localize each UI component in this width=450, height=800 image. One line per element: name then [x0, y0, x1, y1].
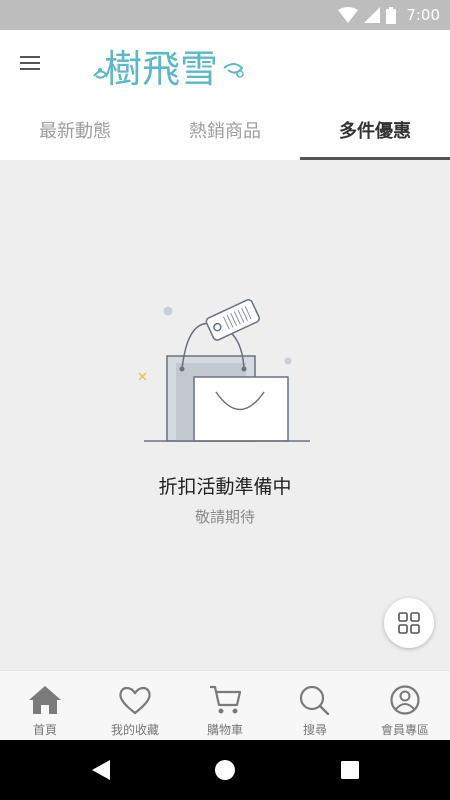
status-bar: 7:00 — [0, 0, 450, 30]
tab-best-sellers[interactable]: 熱銷商品 — [150, 100, 300, 160]
tab-label: 多件優惠 — [339, 121, 411, 142]
status-time: 7:00 — [406, 6, 440, 24]
signal-icon — [364, 7, 381, 23]
back-icon[interactable] — [90, 758, 112, 782]
search-icon — [297, 683, 333, 717]
tab-latest-news[interactable]: 最新動態 — [0, 100, 150, 160]
system-navigation-bar — [0, 740, 450, 800]
nav-label: 首頁 — [32, 723, 57, 737]
home-circle-icon[interactable] — [213, 758, 237, 782]
nav-label: 我的收藏 — [110, 723, 159, 737]
category-tabs: 最新動態 熱銷商品 多件優惠 — [0, 100, 450, 160]
brand-logo[interactable]: 樹飛雪 — [90, 38, 250, 92]
tab-multi-item-discount[interactable]: 多件優惠 — [300, 100, 450, 160]
shopping-bag-with-tag-icon — [130, 295, 320, 455]
nav-home[interactable]: 首頁 — [0, 671, 90, 740]
grid-view-button[interactable] — [384, 598, 434, 648]
nav-cart[interactable]: 購物車 — [180, 671, 270, 740]
grid-icon — [398, 612, 420, 634]
home-icon — [27, 683, 63, 717]
tab-label: 熱銷商品 — [189, 121, 261, 142]
nav-label: 搜尋 — [302, 723, 327, 737]
empty-state-subtitle: 敬請期待 — [194, 508, 255, 526]
empty-state-panel: 折扣活動準備中 敬請期待 — [0, 160, 450, 670]
battery-icon — [386, 6, 397, 24]
app-bar: 樹飛雪 — [0, 30, 450, 100]
nav-member[interactable]: 會員專區 — [360, 671, 450, 740]
status-icons: 7:00 — [338, 5, 440, 25]
bottom-navigation: 首頁 我的收藏 購物車 搜尋 會員專區 — [0, 670, 450, 740]
tab-label: 最新動態 — [39, 121, 111, 142]
logo-text: 樹飛雪 — [104, 47, 218, 91]
empty-state-title: 折扣活動準備中 — [158, 476, 292, 498]
nav-search[interactable]: 搜尋 — [270, 671, 360, 740]
nav-label: 會員專區 — [380, 723, 429, 737]
heart-icon — [117, 683, 153, 717]
hamburger-menu-icon[interactable] — [20, 51, 50, 79]
wifi-icon — [338, 7, 359, 23]
user-icon — [387, 683, 423, 717]
nav-label: 購物車 — [206, 723, 243, 737]
recents-icon[interactable] — [340, 760, 360, 780]
nav-favorites[interactable]: 我的收藏 — [90, 671, 180, 740]
cart-icon — [207, 683, 243, 717]
